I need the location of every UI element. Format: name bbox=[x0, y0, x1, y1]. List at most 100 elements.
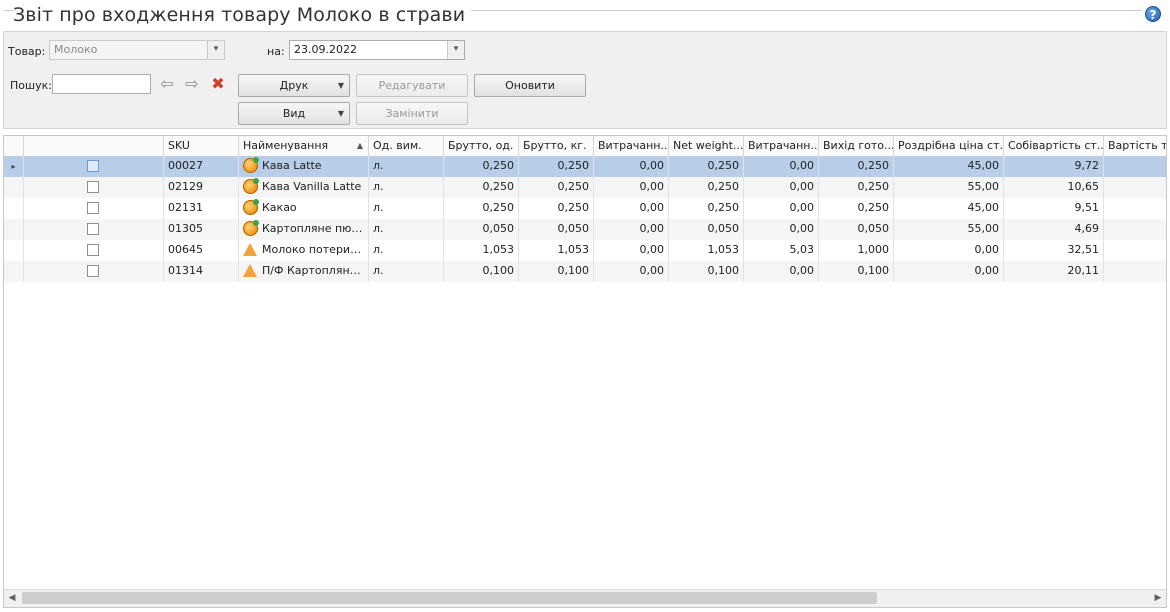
table-row[interactable]: 01305 Картопляне пюре л. 0,050 0,050 0,00 0,05… bbox=[4, 219, 1166, 240]
item-name: Картопляне пюре bbox=[262, 222, 366, 235]
semi-product-icon bbox=[243, 242, 257, 256]
table-row[interactable]: 00645 Молоко потери н... л. 1,053 1,053 0,00 1… bbox=[4, 240, 1166, 261]
cell-spend1: 0,00 bbox=[594, 219, 669, 240]
cell-cost: 32,51 bbox=[1004, 240, 1104, 261]
check-cell bbox=[24, 198, 164, 219]
cell-spend2: 0,00 bbox=[744, 156, 819, 177]
date-picker[interactable]: 23.09.2022 ▾ bbox=[289, 40, 465, 60]
grid-header: SKU Найменування ▲ Од. вим. Брутто, од. … bbox=[4, 136, 1166, 157]
cell-unit: л. bbox=[369, 156, 444, 177]
dish-icon bbox=[243, 177, 259, 194]
check-cell bbox=[24, 240, 164, 261]
table-row[interactable]: 02129 Кава Vanilla Latte л. 0,250 0,250 0,00 0… bbox=[4, 177, 1166, 198]
replace-button[interactable]: Замінити bbox=[356, 102, 468, 125]
column-header-cost[interactable]: Собівартість ст... bbox=[1004, 136, 1104, 156]
scroll-right-icon[interactable]: ▶ bbox=[1150, 590, 1166, 607]
column-header-yield[interactable]: Вихід гото... bbox=[819, 136, 894, 156]
row-checkbox[interactable] bbox=[87, 160, 99, 172]
scroll-left-icon[interactable]: ◀ bbox=[4, 590, 20, 607]
cell-net: 0,250 bbox=[669, 177, 744, 198]
scrollbar-thumb[interactable] bbox=[22, 592, 877, 604]
cell-name: Какао bbox=[239, 198, 369, 219]
cell-price: 0,00 bbox=[894, 261, 1004, 282]
cell-unit: л. bbox=[369, 261, 444, 282]
row-checkbox[interactable] bbox=[87, 202, 99, 214]
cell-unit: л. bbox=[369, 219, 444, 240]
cell-cost: 4,69 bbox=[1004, 219, 1104, 240]
view-button[interactable]: Вид ▼ bbox=[238, 102, 350, 125]
column-header-value[interactable]: Вартість то bbox=[1104, 136, 1166, 156]
item-name: Кава Vanilla Latte bbox=[262, 180, 362, 193]
column-header-name-label: Найменування bbox=[243, 139, 329, 152]
column-header-gross-kg[interactable]: Брутто, кг. bbox=[519, 136, 594, 156]
refresh-button-label: Оновити bbox=[505, 79, 555, 92]
table-row[interactable]: ▸ 00027 Кава Latte л. 0,250 0,250 0,00 0,250 0,0… bbox=[4, 156, 1166, 177]
cell-yield: 1,000 bbox=[819, 240, 894, 261]
horizontal-scrollbar[interactable]: ◀ ▶ bbox=[4, 589, 1166, 607]
row-checkbox[interactable] bbox=[87, 223, 99, 235]
row-indicator: ▸ bbox=[4, 156, 24, 177]
cell-gross-kg: 1,053 bbox=[519, 240, 594, 261]
row-indicator bbox=[4, 198, 24, 219]
search-input[interactable] bbox=[52, 74, 151, 94]
column-header-name[interactable]: Найменування ▲ bbox=[239, 136, 369, 156]
print-button[interactable]: Друк ▼ bbox=[238, 74, 350, 97]
cell-name: Кава Vanilla Latte bbox=[239, 177, 369, 198]
cell-spend2: 0,00 bbox=[744, 261, 819, 282]
column-header-net-weight[interactable]: Net weight... bbox=[669, 136, 744, 156]
cell-unit: л. bbox=[369, 198, 444, 219]
row-checkbox[interactable] bbox=[87, 244, 99, 256]
chevron-down-icon: ▾ bbox=[207, 41, 224, 59]
help-icon[interactable]: ? bbox=[1145, 6, 1161, 22]
data-grid[interactable]: SKU Найменування ▲ Од. вим. Брутто, од. … bbox=[3, 135, 1167, 608]
chevron-down-icon[interactable]: ▾ bbox=[447, 41, 464, 59]
view-button-label: Вид bbox=[282, 107, 306, 120]
row-checkbox[interactable] bbox=[87, 181, 99, 193]
cell-value bbox=[1104, 156, 1166, 177]
clear-search-icon[interactable]: ✖ bbox=[209, 75, 227, 93]
cell-price: 45,00 bbox=[894, 156, 1004, 177]
window-title: Звіт про входження товару Молоко в страв… bbox=[13, 4, 472, 26]
row-indicator bbox=[4, 240, 24, 261]
date-label: на: bbox=[267, 45, 285, 58]
cell-net: 0,250 bbox=[669, 198, 744, 219]
cell-price: 45,00 bbox=[894, 198, 1004, 219]
item-name: Кава Latte bbox=[262, 159, 322, 172]
cell-gross-kg: 0,100 bbox=[519, 261, 594, 282]
cell-yield: 0,100 bbox=[819, 261, 894, 282]
column-header-spend-1[interactable]: Витрачанн... bbox=[594, 136, 669, 156]
column-header-check[interactable] bbox=[24, 136, 164, 156]
column-header-retail-price[interactable]: Роздрібна ціна ст... bbox=[894, 136, 1004, 156]
cell-value bbox=[1104, 177, 1166, 198]
row-checkbox[interactable] bbox=[87, 265, 99, 277]
table-row[interactable]: 01314 П/Ф Картопляне ... л. 0,100 0,100 0,00 0… bbox=[4, 261, 1166, 282]
cell-cost: 9,51 bbox=[1004, 198, 1104, 219]
dropdown-arrow-icon: ▼ bbox=[337, 109, 344, 118]
cell-cost: 10,65 bbox=[1004, 177, 1104, 198]
arrow-right-icon[interactable]: ⇨ bbox=[183, 75, 201, 93]
cell-value bbox=[1104, 219, 1166, 240]
column-header-spend-2[interactable]: Витрачанн... bbox=[744, 136, 819, 156]
cell-sku: 02129 bbox=[164, 177, 239, 198]
cell-gross-unit: 1,053 bbox=[444, 240, 519, 261]
check-cell bbox=[24, 261, 164, 282]
refresh-button[interactable]: Оновити bbox=[474, 74, 586, 97]
item-name: П/Ф Картопляне ... bbox=[262, 264, 369, 277]
cell-sku: 00027 bbox=[164, 156, 239, 177]
cell-gross-kg: 0,250 bbox=[519, 198, 594, 219]
dish-icon bbox=[243, 219, 259, 236]
cell-cost: 9,72 bbox=[1004, 156, 1104, 177]
cell-yield: 0,250 bbox=[819, 177, 894, 198]
cell-yield: 0,050 bbox=[819, 219, 894, 240]
title-bar: Звіт про входження товару Молоко в страв… bbox=[0, 0, 1170, 32]
column-header-unit[interactable]: Од. вим. bbox=[369, 136, 444, 156]
table-row[interactable]: 02131 Какао л. 0,250 0,250 0,00 0,250 0,00 0,250… bbox=[4, 198, 1166, 219]
cell-spend1: 0,00 bbox=[594, 156, 669, 177]
cell-name: Кава Latte bbox=[239, 156, 369, 177]
column-header-gross-unit[interactable]: Брутто, од. bbox=[444, 136, 519, 156]
edit-button[interactable]: Редагувати bbox=[356, 74, 468, 97]
column-header-sku[interactable]: SKU bbox=[164, 136, 239, 156]
row-indicator bbox=[4, 261, 24, 282]
arrow-left-icon[interactable]: ⇦ bbox=[158, 75, 176, 93]
cell-net: 0,250 bbox=[669, 156, 744, 177]
